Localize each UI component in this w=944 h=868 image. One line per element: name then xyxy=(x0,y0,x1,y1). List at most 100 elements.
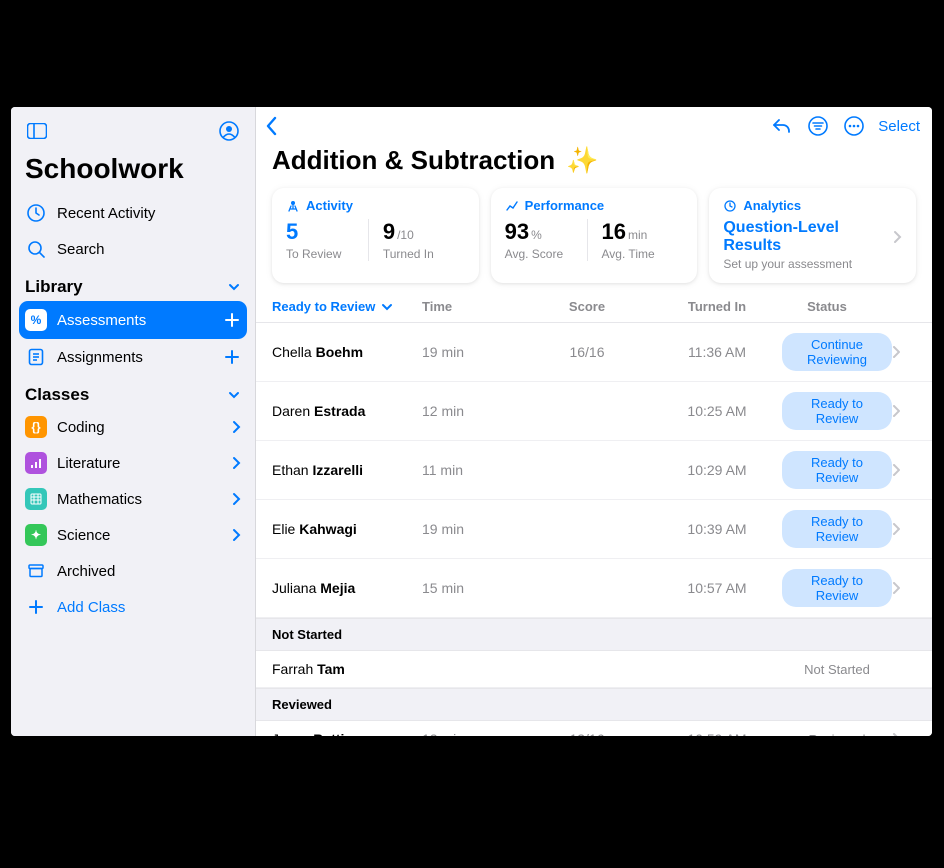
plus-icon[interactable] xyxy=(223,311,241,329)
turned-in-label: Turned In xyxy=(383,247,465,261)
card-activity[interactable]: Activity 5 To Review 9 /10 Turned In xyxy=(272,188,479,283)
to-review-value: 5 xyxy=(286,219,368,245)
cell-score: 16/16 xyxy=(522,344,652,360)
app-window: Schoolwork Recent Activity Search Librar… xyxy=(11,107,932,736)
section-label: Classes xyxy=(25,385,89,405)
table-row[interactable]: Chella Boehm19 min16/1611:36 AMContinue … xyxy=(256,323,932,382)
sidebar: Schoolwork Recent Activity Search Librar… xyxy=(11,107,256,736)
cell-time: 12 min xyxy=(422,731,522,736)
table-row[interactable]: Juliana Mejia15 min10:57 AMReady to Revi… xyxy=(256,559,932,618)
plus-icon[interactable] xyxy=(223,348,241,366)
cell-time: 11 min xyxy=(422,462,522,478)
chevron-right-icon xyxy=(892,582,916,594)
status-pill[interactable]: Ready to Review xyxy=(782,392,892,430)
col-score[interactable]: Score xyxy=(522,299,652,314)
avg-score-unit: % xyxy=(531,228,542,242)
sparkle-icon: ✨ xyxy=(566,145,598,175)
sidebar-item-label: Science xyxy=(57,527,110,544)
table-row[interactable]: Daren Estrada12 min 10:25 AMReady to Revi… xyxy=(256,382,932,441)
avg-score-number: 93 xyxy=(505,219,529,245)
analytics-title: Question-Level Results xyxy=(723,219,892,255)
sidebar-toggle-icon[interactable] xyxy=(25,119,49,143)
chevron-right-icon xyxy=(892,405,916,417)
sidebar-item-mathematics[interactable]: Mathematics xyxy=(11,481,255,517)
sidebar-item-archived[interactable]: Archived xyxy=(11,553,255,589)
chart-icon xyxy=(505,199,519,213)
undo-button[interactable] xyxy=(772,117,792,135)
card-performance[interactable]: Performance 93 % Avg. Score 16 min xyxy=(491,188,698,283)
cell-status: Not Started xyxy=(782,661,892,677)
app-title: Schoolwork xyxy=(11,149,255,195)
sidebar-item-add-class[interactable]: Add Class xyxy=(11,589,255,625)
table-body: Chella Boehm19 min16/1611:36 AMContinue … xyxy=(256,323,932,736)
cell-score: 13/16 xyxy=(522,731,652,736)
status-pill[interactable]: Ready to Review xyxy=(782,451,892,489)
sidebar-item-science[interactable]: ✦ Science xyxy=(11,517,255,553)
sidebar-item-search[interactable]: Search xyxy=(11,231,255,267)
chevron-right-icon xyxy=(892,346,916,358)
table-row[interactable]: Jason Bettinger12 min13/1610:59 AM Review… xyxy=(256,721,932,736)
back-button[interactable] xyxy=(264,115,280,137)
sidebar-item-label: Recent Activity xyxy=(57,205,155,222)
cell-status: Reviewed xyxy=(782,731,892,736)
status-text: Reviewed xyxy=(808,732,865,736)
col-status[interactable]: Status xyxy=(782,299,892,314)
student-name: Daren Estrada xyxy=(272,403,422,419)
cell-turned-in: 10:25 AM xyxy=(652,403,782,419)
avg-time-unit: min xyxy=(628,228,647,242)
table-row[interactable]: Elie Kahwagi19 min10:39 AMReady to Revie… xyxy=(256,500,932,559)
student-name: Farrah Tam xyxy=(272,661,422,677)
status-pill[interactable]: Ready to Review xyxy=(782,569,892,607)
chevron-right-icon xyxy=(231,528,241,542)
chevron-right-icon xyxy=(231,420,241,434)
sort-header[interactable]: Ready to Review xyxy=(272,299,422,314)
table-row[interactable]: Ethan Izzarelli11 min 10:29 AMReady to Re… xyxy=(256,441,932,500)
avg-score-value: 93 % xyxy=(505,219,587,245)
more-button[interactable] xyxy=(844,116,864,136)
chevron-right-icon xyxy=(892,733,916,736)
status-pill[interactable]: Ready to Review xyxy=(782,510,892,548)
status-pill[interactable]: Continue Reviewing xyxy=(782,333,892,371)
analytics-subtitle: Set up your assessment xyxy=(723,257,902,271)
plus-icon xyxy=(25,596,47,618)
sidebar-item-label: Mathematics xyxy=(57,491,142,508)
sidebar-item-label: Assessments xyxy=(57,312,146,329)
chevron-right-icon xyxy=(231,492,241,506)
cell-turned-in: 11:36 AM xyxy=(652,344,782,360)
sort-label: Ready to Review xyxy=(272,299,375,314)
table-row[interactable]: Farrah Tam Not Started xyxy=(256,651,932,688)
archive-icon xyxy=(25,560,47,582)
cell-turned-in: 10:29 AM xyxy=(652,462,782,478)
sidebar-section-library[interactable]: Library xyxy=(11,267,255,301)
card-analytics[interactable]: Analytics Question-Level Results Set up … xyxy=(709,188,916,283)
cell-turned-in: 10:57 AM xyxy=(652,580,782,596)
cell-turned-in: 10:59 AM xyxy=(652,731,782,736)
cell-time: 12 min xyxy=(422,403,522,419)
filter-button[interactable] xyxy=(808,116,828,136)
sidebar-item-assessments[interactable]: % Assessments xyxy=(19,301,247,339)
sidebar-item-label: Literature xyxy=(57,455,120,472)
student-name: Jason Bettinger xyxy=(272,731,422,736)
sidebar-item-assignments[interactable]: Assignments xyxy=(11,339,255,375)
student-name: Chella Boehm xyxy=(272,344,422,360)
select-button[interactable]: Select xyxy=(878,118,920,135)
col-turned-in[interactable]: Turned In xyxy=(652,299,782,314)
account-icon[interactable] xyxy=(217,119,241,143)
sidebar-item-coding[interactable]: {} Coding xyxy=(11,409,255,445)
sidebar-item-label: Add Class xyxy=(57,599,125,616)
chevron-right-icon xyxy=(892,523,916,535)
chevron-right-icon xyxy=(892,230,902,244)
sidebar-section-classes[interactable]: Classes xyxy=(11,375,255,409)
student-name: Ethan Izzarelli xyxy=(272,462,422,478)
sidebar-item-literature[interactable]: Literature xyxy=(11,445,255,481)
assignment-icon xyxy=(25,346,47,368)
student-name: Elie Kahwagi xyxy=(272,521,422,537)
chevron-right-icon xyxy=(231,456,241,470)
cell-time: 19 min xyxy=(422,344,522,360)
col-time[interactable]: Time xyxy=(422,299,522,314)
sidebar-item-recent-activity[interactable]: Recent Activity xyxy=(11,195,255,231)
analytics-icon xyxy=(723,199,737,213)
percent-icon: % xyxy=(25,309,47,331)
card-header-label: Analytics xyxy=(743,198,801,213)
to-review-label: To Review xyxy=(286,247,368,261)
